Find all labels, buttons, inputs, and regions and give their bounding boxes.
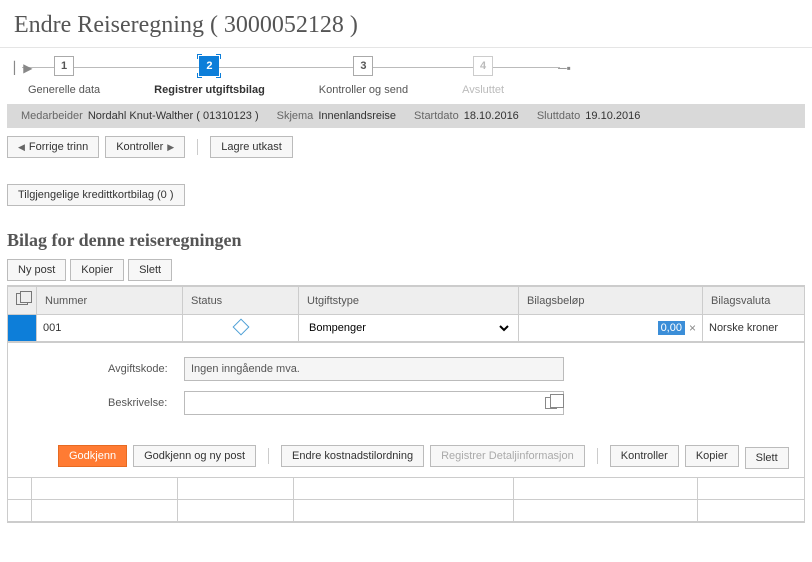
approve-and-new-button[interactable]: Godkjenn og ny post — [133, 445, 256, 467]
description-field[interactable] — [184, 391, 564, 415]
copy-icon — [16, 293, 28, 305]
cell-status — [183, 315, 299, 342]
wizard-num-3: 3 — [353, 56, 373, 76]
wizard-label-3: Kontroller og send — [319, 84, 408, 96]
table-header-row: Nummer Status Utgiftstype Bilagsbeløp Bi… — [8, 287, 805, 315]
tax-code-field: Ingen inngående mva. — [184, 357, 564, 381]
wizard-end-icon: ─▪ — [558, 61, 572, 75]
delete-row-button[interactable]: Slett — [128, 259, 172, 281]
info-bar: Medarbeider Nordahl Knut-Walther ( 01310… — [7, 104, 805, 128]
main-toolbar: ◀Forrige trinn Kontroller▶ Lagre utkast — [0, 128, 812, 166]
change-cost-button[interactable]: Endre kostnadstilordning — [281, 445, 424, 467]
start-label: Startdato — [414, 110, 459, 122]
row-marker[interactable] — [8, 315, 37, 342]
table-toolbar: Ny post Kopier Slett — [7, 259, 805, 281]
clear-amount-icon[interactable]: × — [689, 321, 696, 335]
section-title: Bilag for denne reiseregningen — [7, 230, 805, 251]
wizard-step-2[interactable]: 2 Registrer utgiftsbilag — [154, 56, 265, 96]
prev-step-button[interactable]: ◀Forrige trinn — [7, 136, 99, 158]
col-header-currency: Bilagsvaluta — [703, 287, 805, 315]
wizard-strip: ▏▶ 1 Generelle data 2 Registrer utgiftsb… — [0, 48, 812, 100]
detail-copy-button[interactable]: Kopier — [685, 445, 739, 467]
action-separator-1 — [268, 448, 269, 464]
detail-action-row: Godkjenn Godkjenn og ny post Endre kostn… — [58, 443, 790, 469]
employee-label: Medarbeider — [21, 110, 83, 122]
action-separator-2 — [597, 448, 598, 464]
detail-delete-button[interactable]: Slett — [745, 447, 789, 469]
empty-row — [8, 478, 805, 500]
check-button[interactable]: Kontroller▶ — [105, 136, 185, 158]
cell-amount[interactable]: 0,00 × — [519, 315, 703, 342]
save-draft-button[interactable]: Lagre utkast — [210, 136, 293, 158]
wizard-label-4: Avsluttet — [462, 84, 504, 96]
select-all-header[interactable] — [8, 287, 37, 315]
expense-type-select[interactable]: Bompenger — [305, 319, 512, 337]
wizard-num-2: 2 — [199, 56, 219, 76]
wizard-step-4: 4 Avsluttet — [462, 56, 504, 96]
table-row[interactable]: 001 Bompenger 0,00 × Norske kroner — [8, 315, 805, 342]
approve-button[interactable]: Godkjenn — [58, 445, 127, 467]
end-value: 19.10.2016 — [585, 110, 640, 122]
detail-check-button[interactable]: Kontroller — [610, 445, 679, 467]
wizard-step-1[interactable]: 1 Generelle data — [28, 56, 100, 96]
col-header-number: Nummer — [37, 287, 183, 315]
wizard-num-4: 4 — [473, 56, 493, 76]
cell-number: 001 — [37, 315, 183, 342]
wizard-step-3[interactable]: 3 Kontroller og send — [319, 56, 408, 96]
wizard-label-2: Registrer utgiftsbilag — [154, 84, 265, 96]
receipts-table: Nummer Status Utgiftstype Bilagsbeløp Bi… — [7, 285, 805, 343]
employee-value: Nordahl Knut-Walther ( 01310123 ) — [88, 110, 259, 122]
wizard-label-1: Generelle data — [28, 84, 100, 96]
register-detail-button: Registrer Detaljinformasjon — [430, 445, 585, 467]
cell-type[interactable]: Bompenger — [299, 315, 519, 342]
end-label: Sluttdato — [537, 110, 580, 122]
detail-panel: Avgiftskode: Ingen inngående mva. Beskri… — [7, 343, 805, 477]
wizard-start-icon: ▏▶ — [14, 61, 28, 75]
schema-value: Innenlandsreise — [318, 110, 396, 122]
cell-currency: Norske kroner — [703, 315, 805, 342]
expand-icon[interactable] — [545, 397, 557, 409]
start-value: 18.10.2016 — [464, 110, 519, 122]
tax-code-label: Avgiftskode: — [108, 363, 184, 375]
chevron-left-icon: ◀ — [18, 142, 25, 153]
description-label: Beskrivelse: — [108, 397, 184, 409]
col-header-amount: Bilagsbeløp — [519, 287, 703, 315]
col-header-status: Status — [183, 287, 299, 315]
schema-label: Skjema — [277, 110, 314, 122]
available-credit-button[interactable]: Tilgjengelige kredittkortbilag (0 ) — [7, 184, 185, 206]
toolbar-separator — [197, 139, 198, 155]
new-row-button[interactable]: Ny post — [7, 259, 66, 281]
empty-row — [8, 500, 805, 522]
col-header-type: Utgiftstype — [299, 287, 519, 315]
copy-row-button[interactable]: Kopier — [70, 259, 124, 281]
wizard-num-1: 1 — [54, 56, 74, 76]
empty-rows — [7, 477, 805, 523]
amount-value[interactable]: 0,00 — [658, 321, 685, 335]
chevron-right-icon: ▶ — [167, 142, 174, 153]
status-open-icon — [232, 318, 249, 335]
page-title: Endre Reiseregning ( 3000052128 ) — [0, 0, 812, 48]
